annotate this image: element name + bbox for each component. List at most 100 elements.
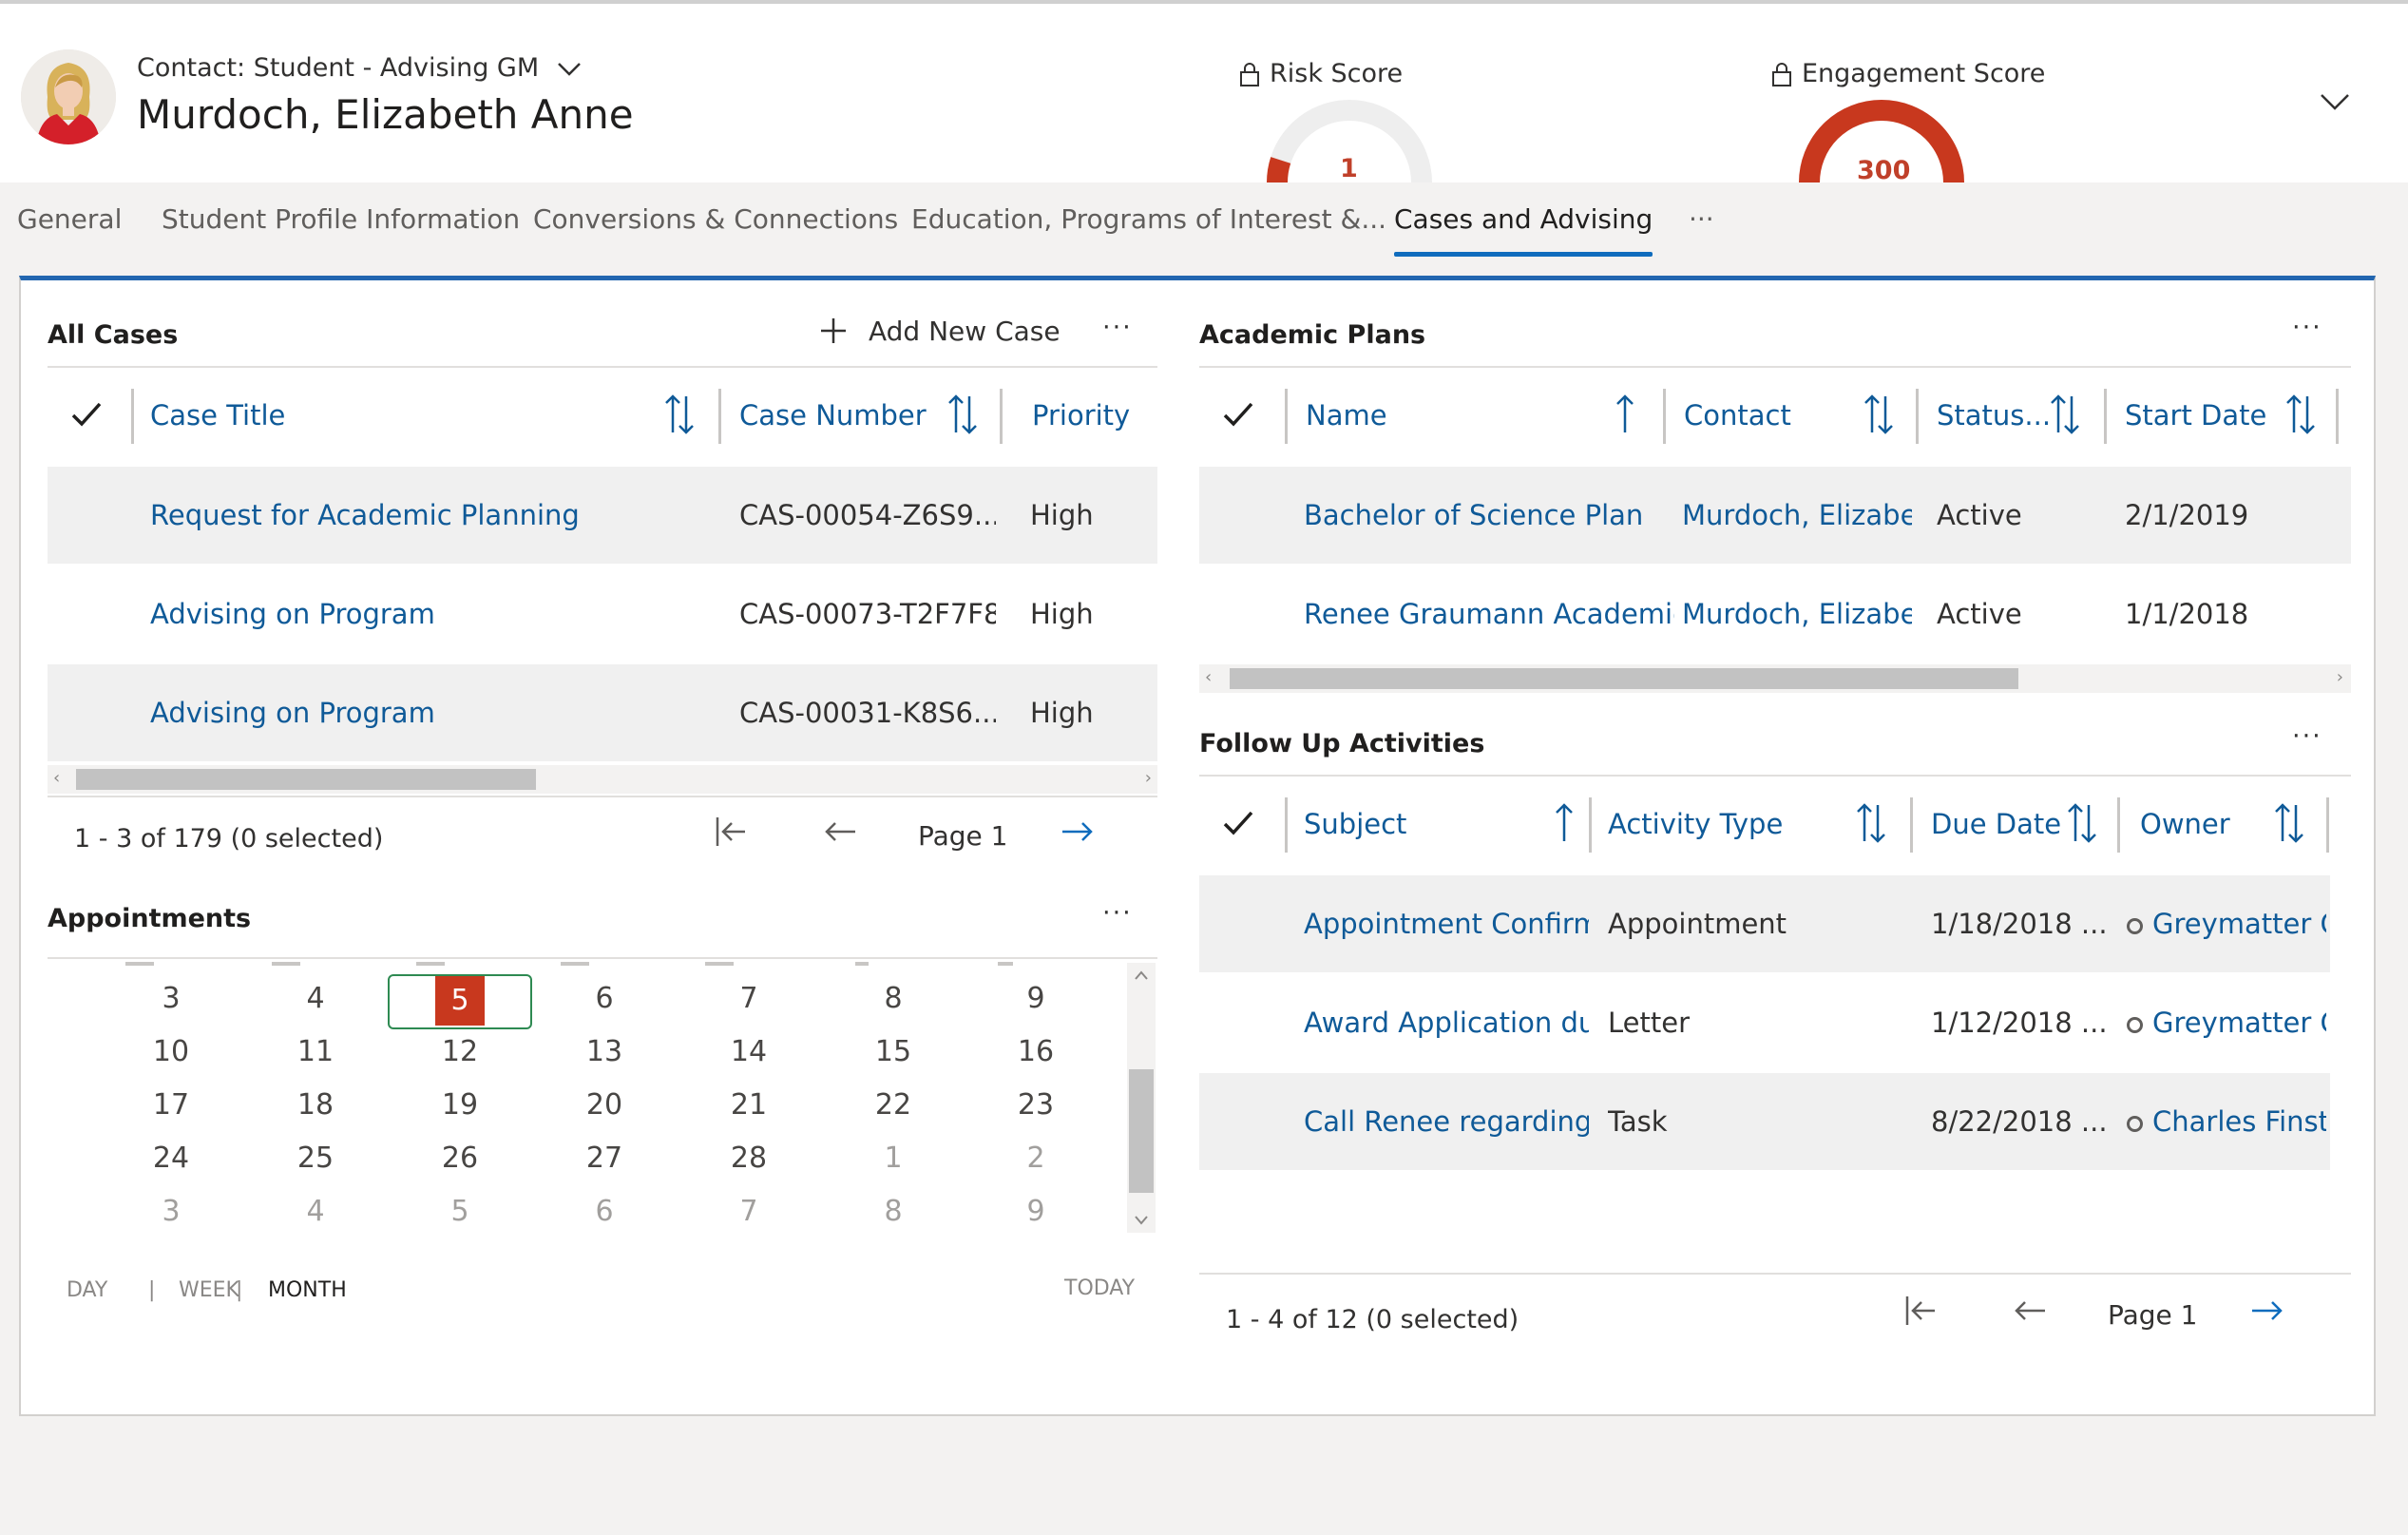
activity-subject-link[interactable]: Award Application due c: [1304, 974, 1589, 1071]
calendar-day[interactable]: 9: [1007, 982, 1064, 1015]
calendar-day[interactable]: 25: [287, 1142, 344, 1175]
entity-form-selector[interactable]: Contact: Student - Advising GM: [137, 53, 583, 83]
select-all-checkmark-icon[interactable]: [70, 400, 103, 429]
activity-owner-link[interactable]: Greymatter G: [2127, 875, 2326, 972]
previous-page-icon[interactable]: [2011, 1292, 2049, 1330]
calendar-day[interactable]: 19: [431, 1088, 488, 1122]
sort-icon[interactable]: [2273, 801, 2305, 845]
plan-name-link[interactable]: Renee Graumann Academic Pla: [1304, 566, 1674, 662]
column-header-start-date[interactable]: Start Date: [2125, 368, 2266, 463]
calendar-day[interactable]: 3: [143, 1195, 200, 1228]
sort-ascending-icon[interactable]: [1614, 393, 1636, 436]
calendar-day[interactable]: 10: [143, 1035, 200, 1068]
column-header-case-title[interactable]: Case Title: [150, 368, 285, 463]
table-row[interactable]: Advising on Program CAS-00031-K8S6... Hi…: [48, 664, 1157, 761]
case-title-link[interactable]: Request for Academic Planning: [150, 467, 701, 564]
activity-subject-link[interactable]: Appointment Confirmati: [1304, 875, 1589, 972]
column-header-name[interactable]: Name: [1306, 368, 1387, 463]
plans-more-button[interactable]: ···: [2292, 313, 2322, 342]
tab-conversions-connections[interactable]: Conversions & Connections: [533, 182, 898, 257]
scroll-down-icon[interactable]: [1135, 1216, 1148, 1225]
scrollbar-thumb[interactable]: [1230, 668, 2018, 689]
table-row[interactable]: Appointment Confirmati Appointment 1/18/20…: [1199, 875, 2330, 972]
calendar-day[interactable]: 1: [865, 1142, 922, 1175]
calendar-day[interactable]: 3: [143, 982, 200, 1015]
tab-student-profile-information[interactable]: Student Profile Information: [162, 182, 520, 257]
scroll-up-icon[interactable]: [1135, 970, 1148, 980]
add-new-case-button[interactable]: Add New Case: [819, 307, 1061, 355]
scrollbar-thumb[interactable]: [1129, 1069, 1154, 1193]
tab-cases-and-advising[interactable]: Cases and Advising: [1394, 182, 1653, 257]
tab-general[interactable]: General: [17, 182, 122, 257]
first-page-icon[interactable]: [1902, 1292, 1940, 1330]
scroll-right-icon[interactable]: ›: [1145, 768, 1152, 788]
sort-icon[interactable]: [2066, 801, 2098, 845]
calendar-day[interactable]: 7: [720, 1195, 777, 1228]
plans-horizontal-scrollbar[interactable]: ‹ ›: [1199, 664, 2351, 693]
activity-owner-link[interactable]: Greymatter G: [2127, 974, 2326, 1071]
calendar-day[interactable]: 13: [576, 1035, 633, 1068]
calendar-day[interactable]: 6: [576, 982, 633, 1015]
calendar-view-month[interactable]: MONTH: [268, 1278, 347, 1302]
column-header-activity-type[interactable]: Activity Type: [1608, 777, 1783, 872]
column-header-priority[interactable]: Priority: [1032, 368, 1130, 463]
appointments-more-button[interactable]: ···: [1102, 898, 1133, 928]
calendar-day[interactable]: 16: [1007, 1035, 1064, 1068]
calendar-day[interactable]: 23: [1007, 1088, 1064, 1122]
calendar-day[interactable]: 21: [720, 1088, 777, 1122]
column-header-due-date[interactable]: Due Date: [1931, 777, 2061, 872]
previous-page-icon[interactable]: [821, 813, 859, 851]
calendar-view-day[interactable]: DAY: [67, 1278, 107, 1302]
table-row[interactable]: Call Renee regarding Stu Task 8/22/2018 ..…: [1199, 1073, 2330, 1170]
sort-icon[interactable]: [2049, 393, 2081, 436]
calendar-day[interactable]: 4: [287, 1195, 344, 1228]
calendar-day[interactable]: 6: [576, 1195, 633, 1228]
plan-contact-link[interactable]: Murdoch, Elizabeth: [1682, 566, 1912, 662]
first-page-icon[interactable]: [713, 813, 751, 851]
calendar-day[interactable]: 18: [287, 1088, 344, 1122]
calendar-view-week[interactable]: WEEK: [179, 1278, 239, 1302]
column-header-status[interactable]: Status...: [1937, 368, 2051, 463]
calendar-day[interactable]: 15: [865, 1035, 922, 1068]
scrollbar-thumb[interactable]: [76, 769, 536, 790]
calendar-day[interactable]: 8: [865, 1195, 922, 1228]
calendar-day[interactable]: 8: [865, 982, 922, 1015]
plan-name-link[interactable]: Bachelor of Science Plan: [1304, 467, 1665, 564]
activity-subject-link[interactable]: Call Renee regarding Stu: [1304, 1073, 1589, 1170]
calendar-day[interactable]: 28: [720, 1142, 777, 1175]
calendar-day[interactable]: 20: [576, 1088, 633, 1122]
calendar-day[interactable]: 14: [720, 1035, 777, 1068]
table-row[interactable]: Renee Graumann Academic Pla Murdoch, Eli…: [1199, 566, 2351, 662]
sort-icon[interactable]: [1855, 801, 1887, 845]
expand-header-chevron-icon[interactable]: [2319, 91, 2351, 112]
calendar-vertical-scrollbar[interactable]: [1127, 963, 1156, 1233]
scroll-left-icon[interactable]: ‹: [1205, 667, 1212, 687]
calendar-day[interactable]: 26: [431, 1142, 488, 1175]
followups-more-button[interactable]: ···: [2292, 721, 2322, 751]
column-header-case-number[interactable]: Case Number: [739, 368, 927, 463]
table-row[interactable]: Award Application due c Letter 1/12/2018 .…: [1199, 974, 2330, 1071]
next-page-icon[interactable]: [1059, 813, 1097, 851]
calendar-day[interactable]: 17: [143, 1088, 200, 1122]
calendar-day-selected[interactable]: 5: [435, 976, 485, 1026]
case-title-link[interactable]: Advising on Program: [150, 566, 701, 662]
table-row[interactable]: Follow up on Admission Phone Call 6/14/201…: [1199, 1172, 2330, 1176]
calendar-day[interactable]: 4: [287, 982, 344, 1015]
cases-more-button[interactable]: ···: [1102, 313, 1133, 342]
activity-owner-link[interactable]: Shekar Kadal: [2127, 1172, 2326, 1176]
calendar-day[interactable]: 7: [720, 982, 777, 1015]
column-header-contact[interactable]: Contact: [1684, 368, 1791, 463]
select-all-checkmark-icon[interactable]: [1222, 809, 1254, 837]
scroll-right-icon[interactable]: ›: [2337, 667, 2343, 687]
calendar-day[interactable]: 11: [287, 1035, 344, 1068]
sort-icon[interactable]: [1863, 393, 1895, 436]
next-page-icon[interactable]: [2248, 1292, 2286, 1330]
calendar-day[interactable]: 22: [865, 1088, 922, 1122]
table-row[interactable]: Bachelor of Science Plan Murdoch, Elizab…: [1199, 467, 2351, 564]
calendar-day[interactable]: 9: [1007, 1195, 1064, 1228]
sort-icon[interactable]: [946, 393, 979, 436]
cases-horizontal-scrollbar[interactable]: ‹ ›: [48, 765, 1157, 794]
plan-contact-link[interactable]: Murdoch, Elizabeth: [1682, 467, 1912, 564]
select-all-checkmark-icon[interactable]: [1222, 400, 1254, 429]
column-header-owner[interactable]: Owner: [2140, 777, 2230, 872]
